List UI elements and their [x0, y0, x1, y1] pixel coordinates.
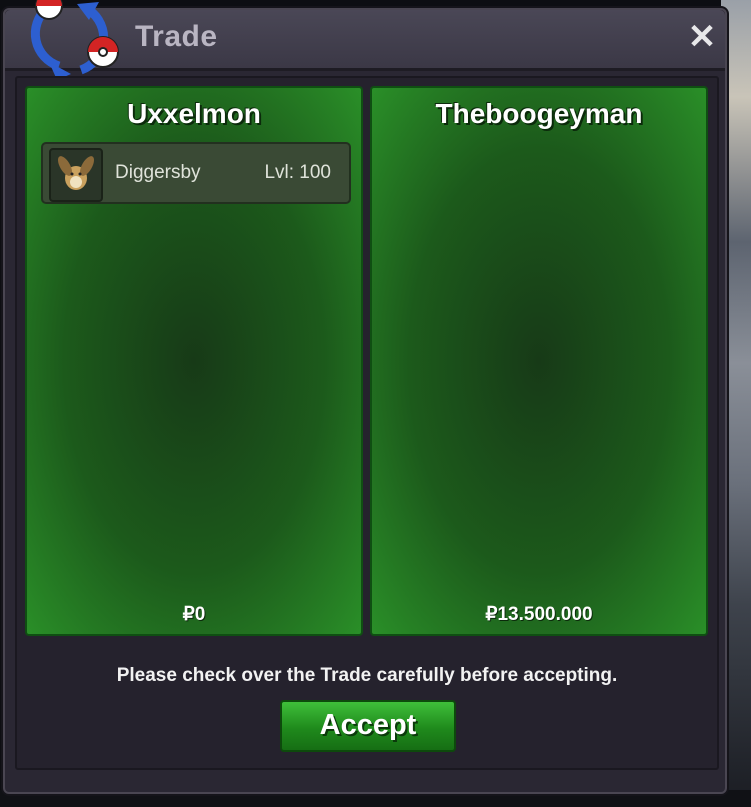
- trade-arrows-pokeball-icon: [30, 0, 119, 80]
- player-money: ₽0: [182, 604, 206, 625]
- partner-offer-panel: Theboogeyman ₽13.500.000: [370, 86, 708, 636]
- partner-name: Theboogeyman: [435, 98, 643, 129]
- pokemon-offer-item[interactable]: Diggersby Lvl: 100: [41, 142, 351, 204]
- pokemon-level: Lvl: 100: [264, 162, 331, 183]
- accept-button[interactable]: Accept: [280, 700, 456, 752]
- partner-money: ₽13.500.000: [485, 604, 593, 625]
- trade-content: Uxxelmon Diggersby Lvl: 100 ₽0 Theboogey…: [15, 76, 719, 770]
- player-offer-panel: Uxxelmon Diggersby Lvl: 100 ₽0: [25, 86, 363, 636]
- player-name: Uxxelmon: [127, 98, 261, 129]
- window-title: Trade: [135, 20, 218, 53]
- diggersby-sprite-icon: [49, 148, 103, 202]
- pokemon-name: Diggersby: [115, 162, 201, 183]
- close-button[interactable]: ✕: [687, 20, 717, 54]
- trade-notice: Please check over the Trade carefully be…: [116, 665, 618, 686]
- trade-window: Trade ✕ Uxxelmon Diggersby Lvl: 100 ₽0 T…: [3, 0, 727, 794]
